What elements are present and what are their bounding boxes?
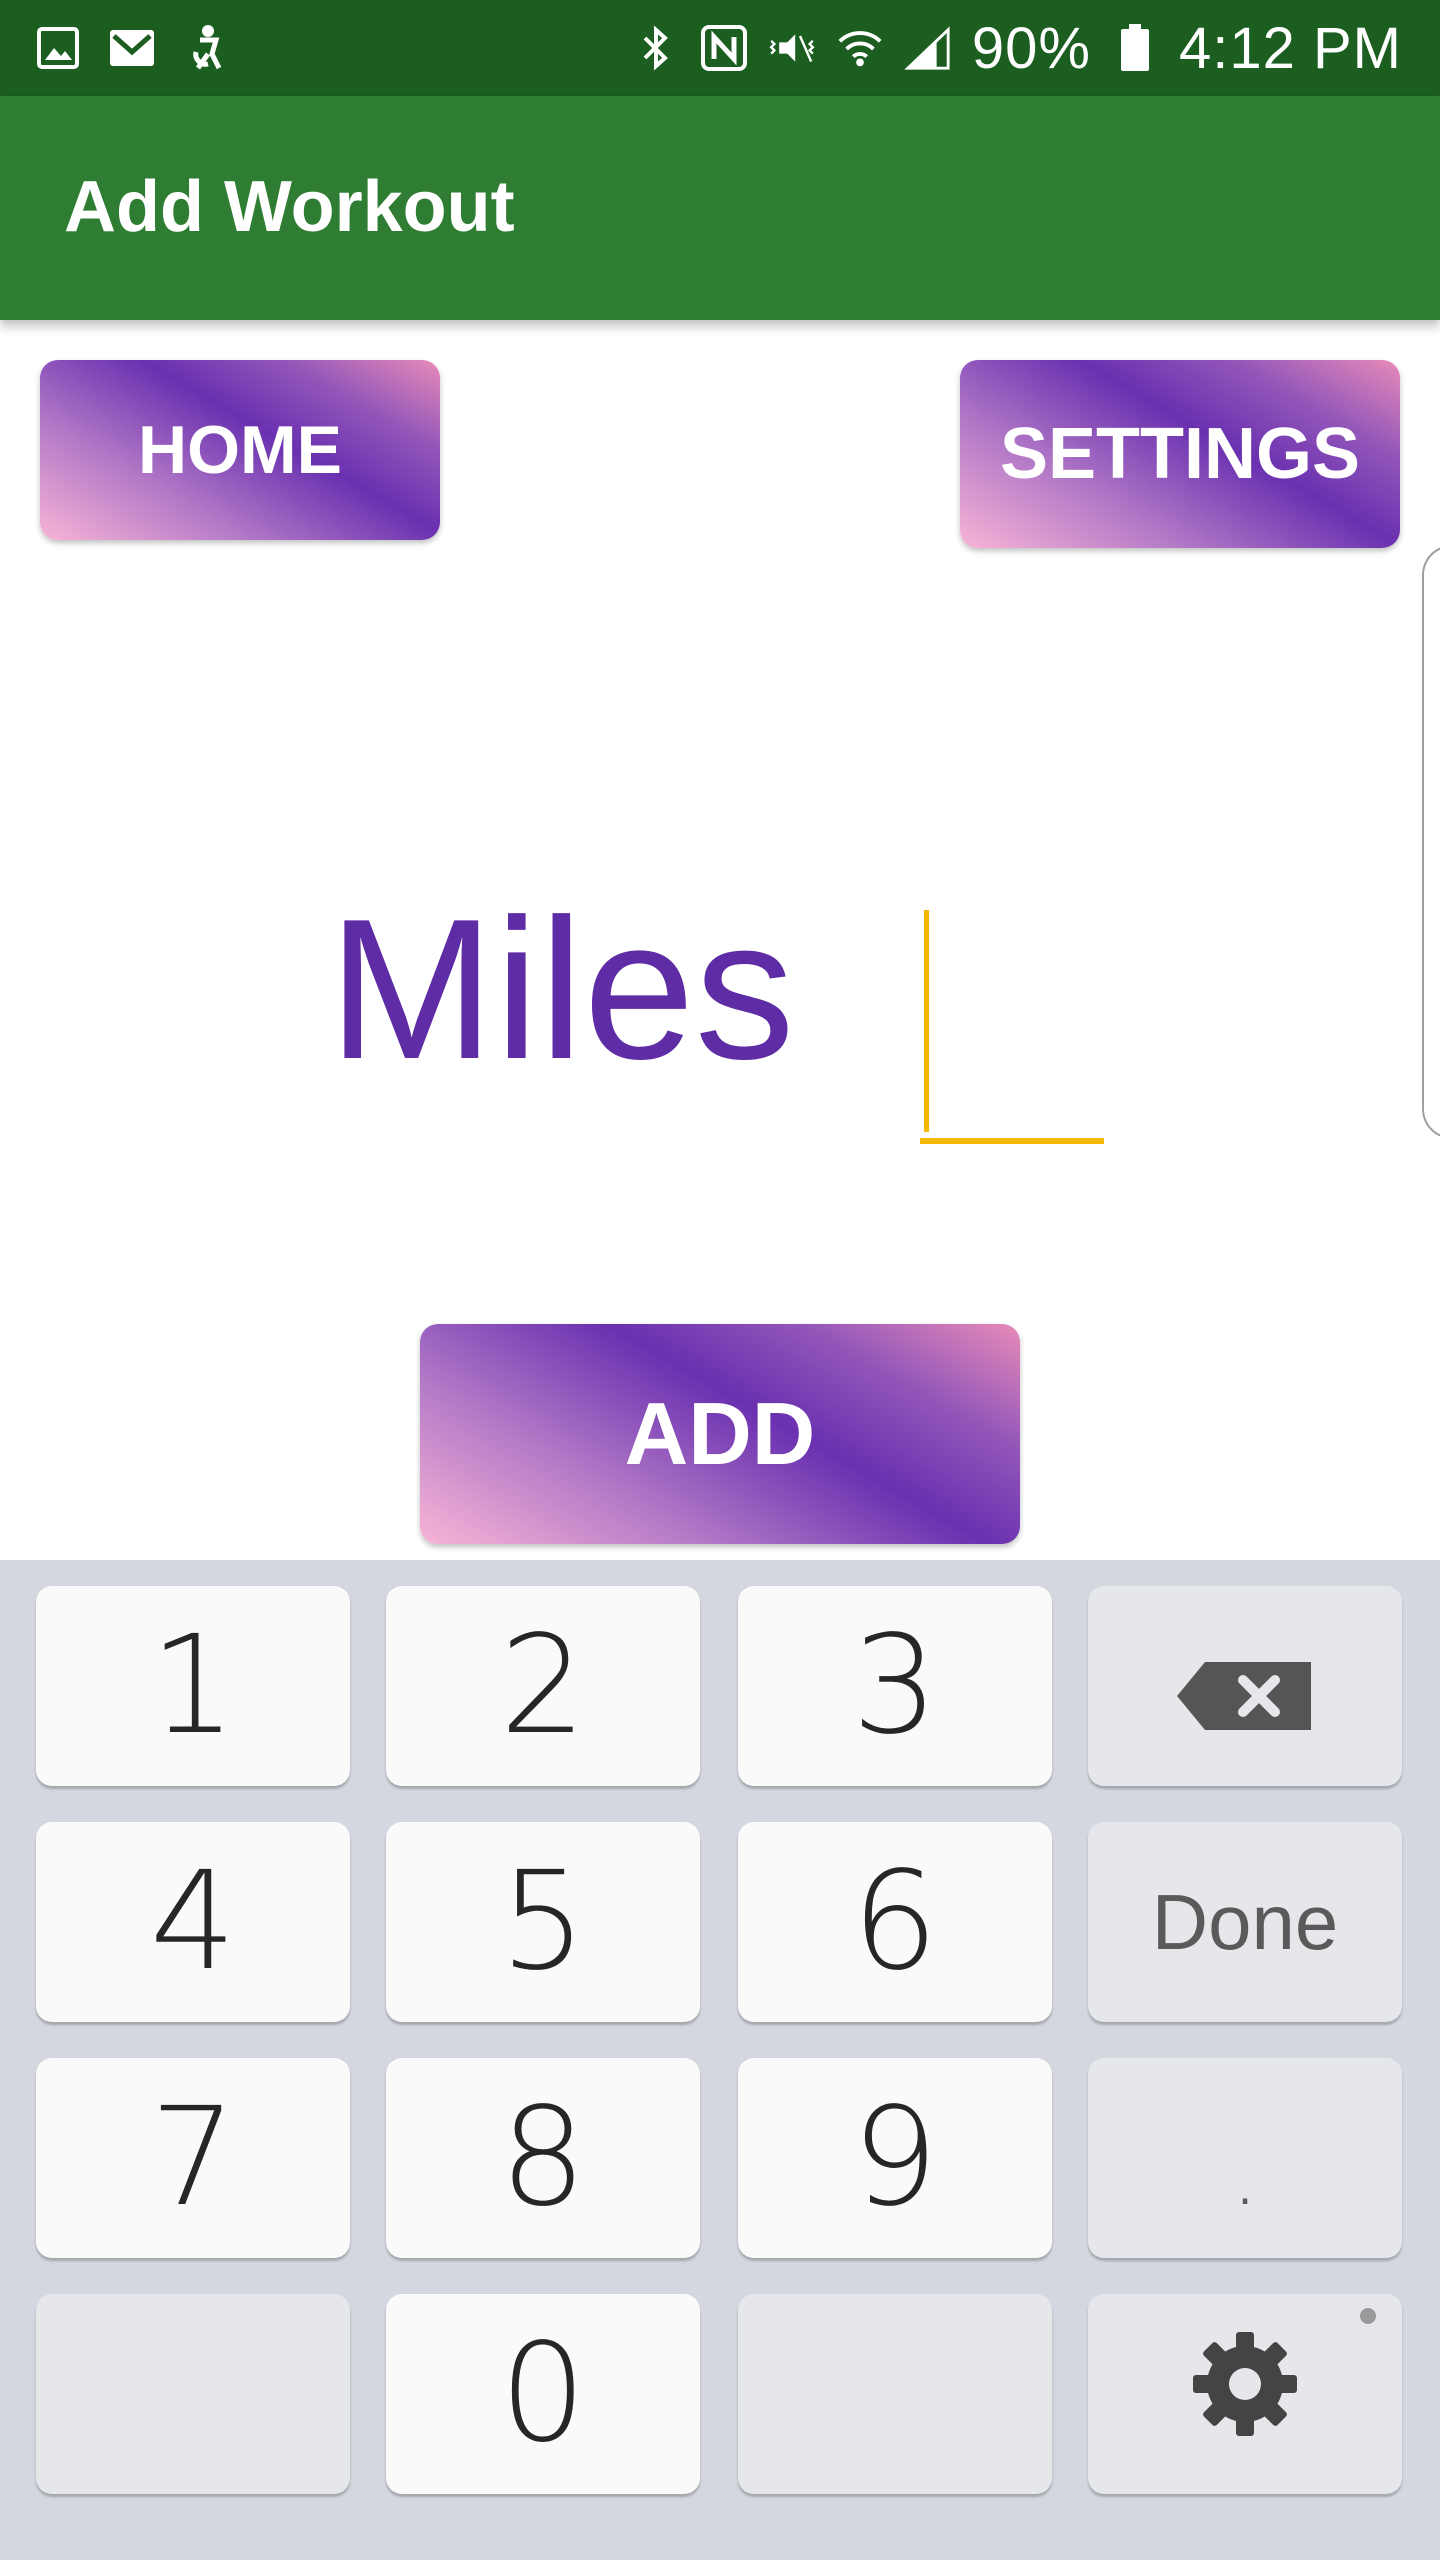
key-2[interactable]: 2 (386, 1586, 700, 1786)
bluetooth-icon (632, 24, 680, 72)
miles-label: Miles (328, 878, 795, 1101)
status-bar-left-icons (34, 22, 230, 74)
text-cursor (924, 910, 929, 1132)
key-blank-left[interactable] (36, 2294, 350, 2494)
battery-percent: 90% (971, 15, 1091, 81)
keyboard-settings-key[interactable] (1088, 2294, 1402, 2494)
gear-icon (1189, 2315, 1301, 2473)
status-bar-right: 90% 4:12 PM (632, 14, 1402, 82)
indicator-dot (1360, 2308, 1376, 2324)
home-button[interactable]: HOME (40, 360, 440, 540)
key-7[interactable]: 7 (36, 2058, 350, 2258)
status-bar: 90% 4:12 PM (0, 0, 1440, 96)
add-button[interactable]: ADD (420, 1324, 1020, 1544)
page-title: Add Workout (64, 167, 515, 247)
key-blank-right[interactable] (738, 2294, 1052, 2494)
numeric-keyboard: 1 2 3 4 5 6 Done 7 8 9 . 0 (0, 1560, 1440, 2560)
key-9[interactable]: 9 (738, 2058, 1052, 2258)
app-bar: Add Workout (0, 96, 1440, 320)
wifi-icon (836, 24, 884, 72)
done-key[interactable]: Done (1088, 1822, 1402, 2022)
edge-panel-handle[interactable] (1422, 545, 1440, 1139)
backspace-key[interactable] (1088, 1586, 1402, 1786)
signal-icon (904, 24, 952, 72)
backspace-icon (1175, 1607, 1315, 1765)
vibrate-icon (768, 24, 816, 72)
key-1[interactable]: 1 (36, 1586, 350, 1786)
key-0[interactable]: 0 (386, 2294, 700, 2494)
mail-icon (108, 24, 156, 72)
battery-icon (1111, 24, 1159, 72)
key-3[interactable]: 3 (738, 1586, 1052, 1786)
key-4[interactable]: 4 (36, 1822, 350, 2022)
key-decimal[interactable]: . (1088, 2058, 1402, 2258)
key-5[interactable]: 5 (386, 1822, 700, 2022)
key-6[interactable]: 6 (738, 1822, 1052, 2022)
key-8[interactable]: 8 (386, 2058, 700, 2258)
gallery-icon (34, 24, 82, 72)
settings-button[interactable]: SETTINGS (960, 360, 1400, 548)
miles-input[interactable] (920, 908, 1104, 1144)
nfc-icon (700, 24, 748, 72)
accessibility-icon (182, 24, 230, 72)
clock: 4:12 PM (1179, 15, 1402, 81)
